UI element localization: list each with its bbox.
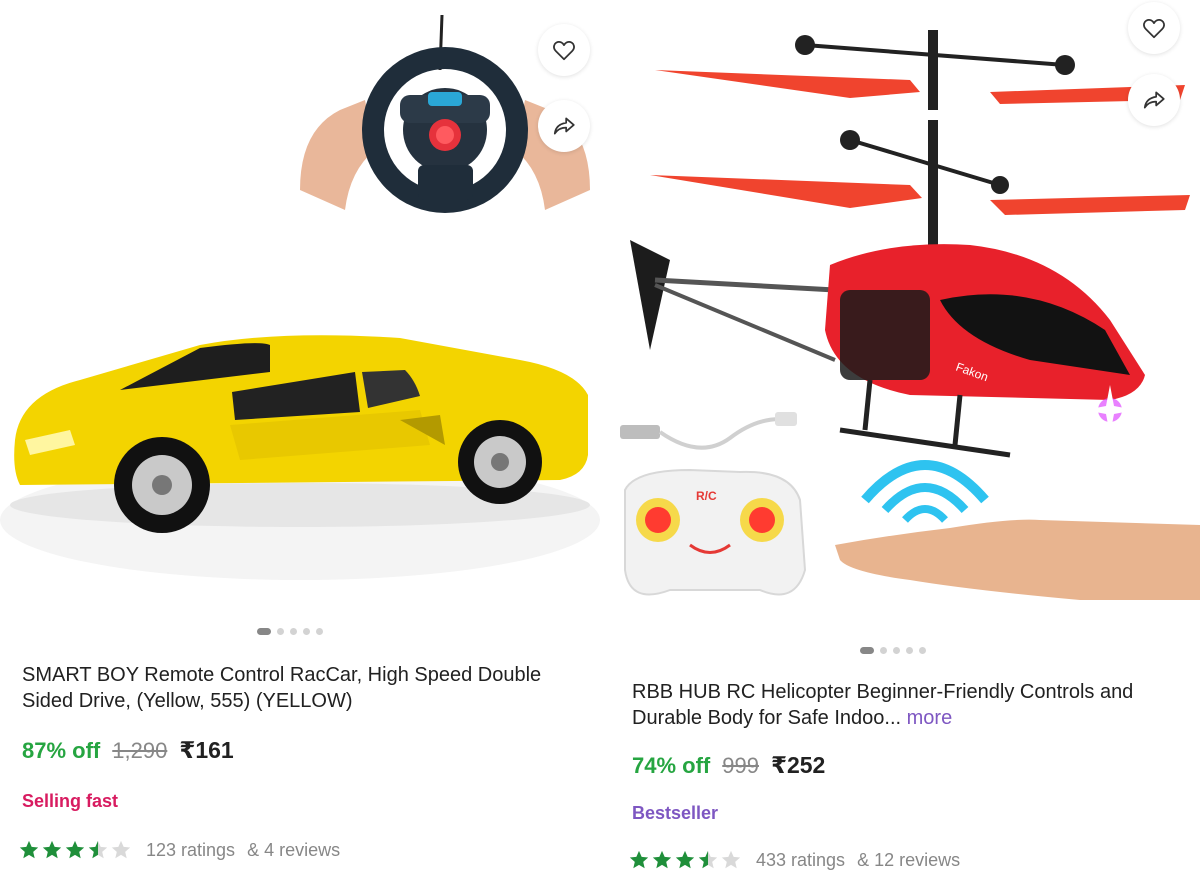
wishlist-button[interactable] xyxy=(1128,2,1180,54)
discount-percent: 87% off xyxy=(22,738,101,763)
image-pagination[interactable] xyxy=(860,647,926,654)
product-image-rc-car xyxy=(0,0,604,615)
pagination-dot[interactable] xyxy=(893,647,900,654)
product-title[interactable]: SMART BOY Remote Control RacCar, High Sp… xyxy=(22,662,584,714)
original-price: 999 xyxy=(722,753,759,778)
ratings-count: 123 ratings xyxy=(146,839,236,860)
rating-row[interactable]: 433 ratings & 12 reviews xyxy=(628,849,960,871)
star-icon xyxy=(111,840,131,859)
pagination-dot[interactable] xyxy=(919,647,926,654)
selling-price: ₹252 xyxy=(770,752,826,778)
product-image-carousel[interactable] xyxy=(0,0,604,615)
pagination-dot-active[interactable] xyxy=(860,647,874,654)
pagination-dot[interactable] xyxy=(880,647,887,654)
heart-icon xyxy=(553,41,575,61)
discount-percent: 74% off xyxy=(632,753,711,778)
image-pagination[interactable] xyxy=(257,628,323,635)
selling-fast-badge: Selling fast xyxy=(22,791,119,811)
star-icon xyxy=(698,850,718,869)
star-icon xyxy=(652,850,672,869)
pagination-dot[interactable] xyxy=(906,647,913,654)
reviews-count: & 12 reviews xyxy=(857,849,961,870)
star-icon xyxy=(19,840,39,859)
product-card-rc-car[interactable]: SMART BOY Remote Control RacCar, High Sp… xyxy=(0,0,604,875)
star-icon xyxy=(721,850,741,869)
ratings-count: 433 ratings xyxy=(756,849,846,870)
more-link[interactable]: more xyxy=(907,707,953,729)
share-button[interactable] xyxy=(538,100,590,152)
star-rating xyxy=(628,849,742,871)
share-icon xyxy=(1143,91,1165,109)
share-button[interactable] xyxy=(1128,74,1180,126)
star-rating xyxy=(18,839,132,861)
product-image-carousel[interactable]: Fakon R/C xyxy=(610,0,1200,615)
star-icon xyxy=(675,850,695,869)
pagination-dot[interactable] xyxy=(303,628,310,635)
pagination-dot-active[interactable] xyxy=(257,628,271,635)
product-card-rc-helicopter[interactable]: Fakon R/C RBB HUB RC Helicopter Beginner… xyxy=(610,0,1200,875)
share-icon xyxy=(553,117,575,135)
pagination-dot[interactable] xyxy=(316,628,323,635)
heart-icon xyxy=(1143,19,1165,39)
pagination-dot[interactable] xyxy=(290,628,297,635)
wishlist-button[interactable] xyxy=(538,24,590,76)
price-row: 87% off 1,290 ₹161 xyxy=(22,737,234,764)
product-title[interactable]: RBB HUB RC Helicopter Beginner-Friendly … xyxy=(632,679,1180,731)
original-price: 1,290 xyxy=(112,738,168,763)
pagination-dot[interactable] xyxy=(277,628,284,635)
star-icon xyxy=(629,850,649,869)
selling-price: ₹161 xyxy=(179,737,234,763)
star-icon xyxy=(88,840,108,859)
price-row: 74% off 999 ₹252 xyxy=(632,752,825,779)
product-image-rc-helicopter: Fakon R/C xyxy=(610,0,1200,615)
star-icon xyxy=(65,840,85,859)
reviews-count: & 4 reviews xyxy=(247,839,341,860)
rating-row[interactable]: 123 ratings & 4 reviews xyxy=(18,839,340,861)
star-icon xyxy=(42,840,62,859)
bestseller-badge: Bestseller xyxy=(632,803,719,823)
svg-text:R/C: R/C xyxy=(696,489,717,503)
